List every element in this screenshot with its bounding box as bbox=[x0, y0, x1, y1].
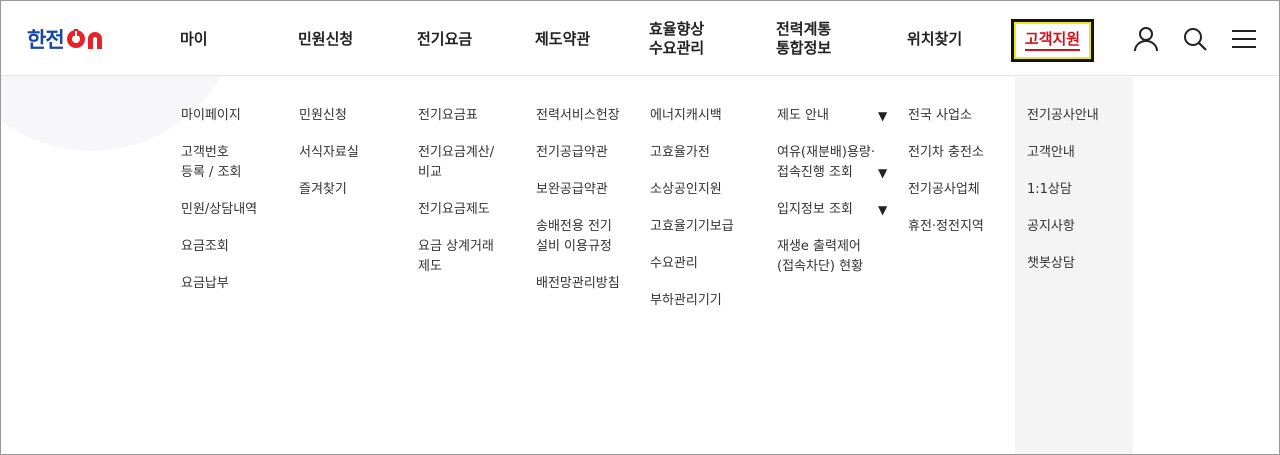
submenu-item[interactable]: 민원신청 bbox=[299, 106, 359, 126]
submenu-item[interactable]: 전기요금제도 bbox=[418, 200, 494, 220]
gnb-support-focused[interactable]: 고객지원 bbox=[1011, 19, 1094, 62]
gnb-support: 고객지원 bbox=[1024, 30, 1081, 51]
focus-ring: 고객지원 bbox=[1014, 22, 1091, 59]
expand-triangle-icon[interactable]: ▼ bbox=[878, 203, 887, 217]
submenu-item[interactable]: 요금 상계거래 제도 bbox=[418, 237, 494, 277]
submenu-item[interactable]: 즐겨찾기 bbox=[299, 180, 359, 200]
submenu-support: 전기공사안내 고객안내 1:1상담 공지사항 챗봇상담 bbox=[1027, 106, 1099, 274]
menu-icon[interactable] bbox=[1230, 25, 1258, 53]
submenu-item[interactable]: 공지사항 bbox=[1027, 217, 1099, 237]
submenu-location: 전국 사업소 전기차 충전소 전기공사업체 휴전·정전지역 bbox=[908, 106, 984, 237]
submenu-item[interactable]: 요금조회 bbox=[181, 237, 257, 257]
submenu-item[interactable]: 민원/상담내역 bbox=[181, 200, 257, 220]
submenu-item[interactable]: 고효율가전 bbox=[650, 143, 734, 163]
submenu-item[interactable]: 챗봇상담 bbox=[1027, 254, 1099, 274]
header: 한전 마이 민원신청 전기요금 제도약관 효율향상 수요관리 전력계통 통합정보… bbox=[1, 1, 1279, 76]
submenu-item[interactable]: 제도 안내 bbox=[777, 106, 875, 126]
submenu-item[interactable]: 1:1상담 bbox=[1027, 180, 1099, 200]
submenu-item[interactable]: 마이페이지 bbox=[181, 106, 257, 126]
submenu-item[interactable]: 고객번호 등록 / 조회 bbox=[181, 143, 257, 183]
submenu-my: 마이페이지 고객번호 등록 / 조회 민원/상담내역 요금조회 요금납부 bbox=[181, 106, 257, 294]
logo[interactable]: 한전 bbox=[27, 25, 106, 53]
submenu-item[interactable]: 전기공급약관 bbox=[536, 143, 620, 163]
submenu-item[interactable]: 요금납부 bbox=[181, 274, 257, 294]
submenu-item[interactable]: 부하관리기기 bbox=[650, 291, 734, 311]
page-frame: 한전 마이 민원신청 전기요금 제도약관 효율향상 수요관리 전력계통 통합정보… bbox=[0, 0, 1280, 455]
submenu-item[interactable]: 송배전용 전기 설비 이용규정 bbox=[536, 217, 620, 257]
submenu-item[interactable]: 전력서비스헌장 bbox=[536, 106, 620, 126]
submenu-terms: 전력서비스헌장 전기공급약관 보완공급약관 송배전용 전기 설비 이용규정 배전… bbox=[536, 106, 620, 294]
submenu-item[interactable]: 배전망관리방침 bbox=[536, 274, 620, 294]
submenu-fee: 전기요금표 전기요금계산/ 비교 전기요금제도 요금 상계거래 제도 bbox=[418, 106, 494, 277]
submenu-item[interactable]: 고객안내 bbox=[1027, 143, 1099, 163]
logo-on-icon bbox=[66, 29, 102, 49]
submenu-item[interactable]: 수요관리 bbox=[650, 254, 734, 274]
gnb-terms[interactable]: 제도약관 bbox=[535, 30, 590, 49]
expand-triangle-icon[interactable]: ▼ bbox=[878, 109, 887, 123]
submenu-item[interactable]: 전기공사안내 bbox=[1027, 106, 1099, 126]
logo-text: 한전 bbox=[27, 28, 65, 52]
submenu-item[interactable]: 전기공사업체 bbox=[908, 180, 984, 200]
submenu-item[interactable]: 휴전·정전지역 bbox=[908, 217, 984, 237]
submenu-item[interactable]: 여유(재분배)용량· 접속진행 조회 bbox=[777, 143, 875, 183]
submenu-item[interactable]: 전기요금표 bbox=[418, 106, 494, 126]
submenu-item[interactable]: 고효율기기보급 bbox=[650, 217, 734, 237]
search-icon[interactable] bbox=[1181, 25, 1209, 53]
expand-triangle-icon[interactable]: ▼ bbox=[878, 166, 887, 180]
gnb-efficiency[interactable]: 효율향상 수요관리 bbox=[649, 20, 704, 58]
submenu-item[interactable]: 재생e 출력제어 (접속차단) 현황 bbox=[777, 237, 875, 277]
submenu-item[interactable]: 서식자료실 bbox=[299, 143, 359, 163]
submenu-item[interactable]: 에너지캐시백 bbox=[650, 106, 734, 126]
submenu-item[interactable]: 전국 사업소 bbox=[908, 106, 984, 126]
gnb-fee[interactable]: 전기요금 bbox=[417, 30, 472, 49]
submenu-item[interactable]: 입지정보 조회 bbox=[777, 200, 875, 220]
gnb-civil[interactable]: 민원신청 bbox=[298, 30, 353, 49]
submenu-grid: 제도 안내 여유(재분배)용량· 접속진행 조회 입지정보 조회 재생e 출력제… bbox=[777, 106, 875, 277]
submenu-civil: 민원신청 서식자료실 즐겨찾기 bbox=[299, 106, 359, 200]
submenu-item[interactable]: 보완공급약관 bbox=[536, 180, 620, 200]
submenu-efficiency: 에너지캐시백 고효율가전 소상공인지원 고효율기기보급 수요관리 부하관리기기 bbox=[650, 106, 734, 311]
submenu-item[interactable]: 전기차 충전소 bbox=[908, 143, 984, 163]
user-icon[interactable] bbox=[1132, 25, 1160, 53]
gnb-grid[interactable]: 전력계통 통합정보 bbox=[776, 20, 831, 58]
submenu-item[interactable]: 소상공인지원 bbox=[650, 180, 734, 200]
gnb-my[interactable]: 마이 bbox=[180, 30, 208, 49]
submenu-item[interactable]: 전기요금계산/ 비교 bbox=[418, 143, 494, 183]
gnb-location[interactable]: 위치찾기 bbox=[907, 30, 962, 49]
